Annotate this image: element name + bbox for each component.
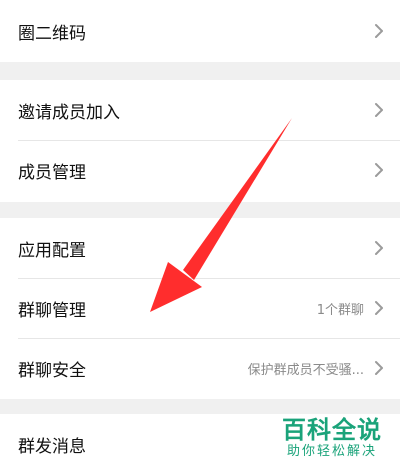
chevron-right-icon (375, 163, 383, 177)
row-label: 邀请成员加入 (18, 102, 120, 123)
settings-row-member-management[interactable]: 成员管理 (0, 140, 400, 200)
row-label: 成员管理 (18, 162, 86, 183)
settings-row-group-chat-management[interactable]: 群聊管理 1个群聊 (0, 278, 400, 338)
row-label: 应用配置 (18, 240, 86, 261)
watermark-title: 百科全说 (282, 416, 382, 444)
row-label: 群聊安全 (18, 360, 86, 381)
settings-group-2: 邀请成员加入 成员管理 (0, 80, 400, 202)
settings-row-invite-members[interactable]: 邀请成员加入 (0, 80, 400, 140)
watermark-logo: 百科全说 助你轻松解决 (276, 416, 388, 460)
chevron-right-icon (375, 24, 383, 38)
settings-row-app-config[interactable]: 应用配置 (0, 218, 400, 278)
row-label: 圈二维码 (18, 23, 86, 44)
row-label: 群聊管理 (18, 300, 86, 321)
row-value: 保护群成员不受骚... (247, 362, 364, 378)
settings-group-1: 圈二维码 (0, 0, 400, 62)
settings-group-3: 应用配置 群聊管理 1个群聊 群聊安全 保护群成员不受骚... (0, 218, 400, 399)
settings-row-qr-code[interactable]: 圈二维码 (0, 0, 400, 62)
chevron-right-icon (375, 103, 383, 117)
chevron-right-icon (375, 241, 383, 255)
chevron-right-icon (375, 361, 383, 375)
watermark-subtitle: 助你轻松解决 (286, 444, 377, 459)
chevron-right-icon (375, 301, 383, 315)
row-value: 1个群聊 (316, 302, 364, 318)
settings-screen: 圈二维码 邀请成员加入 成员管理 应用配置 群聊管理 1个群聊 群聊安全 保护群… (0, 0, 400, 468)
settings-row-group-chat-security[interactable]: 群聊安全 保护群成员不受骚... (0, 338, 400, 398)
